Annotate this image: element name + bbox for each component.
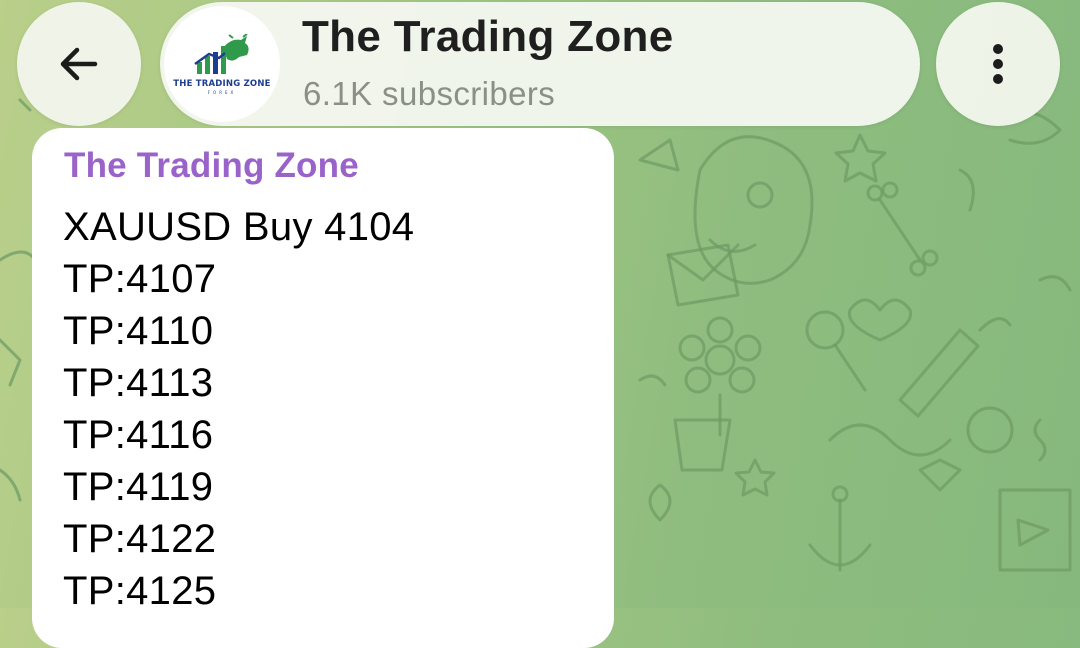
channel-title: The Trading Zone [302,12,674,61]
subscriber-count: 6.1K subscribers [303,75,556,112]
message-line: TP:4113 [63,361,214,405]
chat-header[interactable]: THE TRADING ZONE FOREX The Trading Zone … [160,2,920,126]
logo-text: THE TRADING ZONE [173,78,271,89]
message-line: TP:4122 [63,517,217,561]
message-line: TP:4107 [63,257,217,301]
message-sender: The Trading Zone [64,146,359,185]
message-text: XAUUSD Buy 4104 TP:4107 TP:4110 TP:4113 … [63,201,414,617]
channel-avatar[interactable]: THE TRADING ZONE FOREX [164,6,280,122]
logo-subtext: FOREX [207,89,237,95]
message-line: TP:4125 [63,569,217,613]
message-line: XAUUSD Buy 4104 [63,205,415,249]
arrow-left-icon [60,47,98,81]
more-vertical-icon [993,44,1003,84]
message-line: TP:4116 [63,413,214,457]
more-options-button[interactable] [936,2,1060,126]
back-button[interactable] [17,2,141,126]
message-line: TP:4119 [63,465,214,509]
message-bubble[interactable]: The Trading Zone XAUUSD Buy 4104 TP:4107… [32,128,614,648]
message-line: TP:4110 [63,309,214,353]
bull-chart-logo [194,33,249,74]
